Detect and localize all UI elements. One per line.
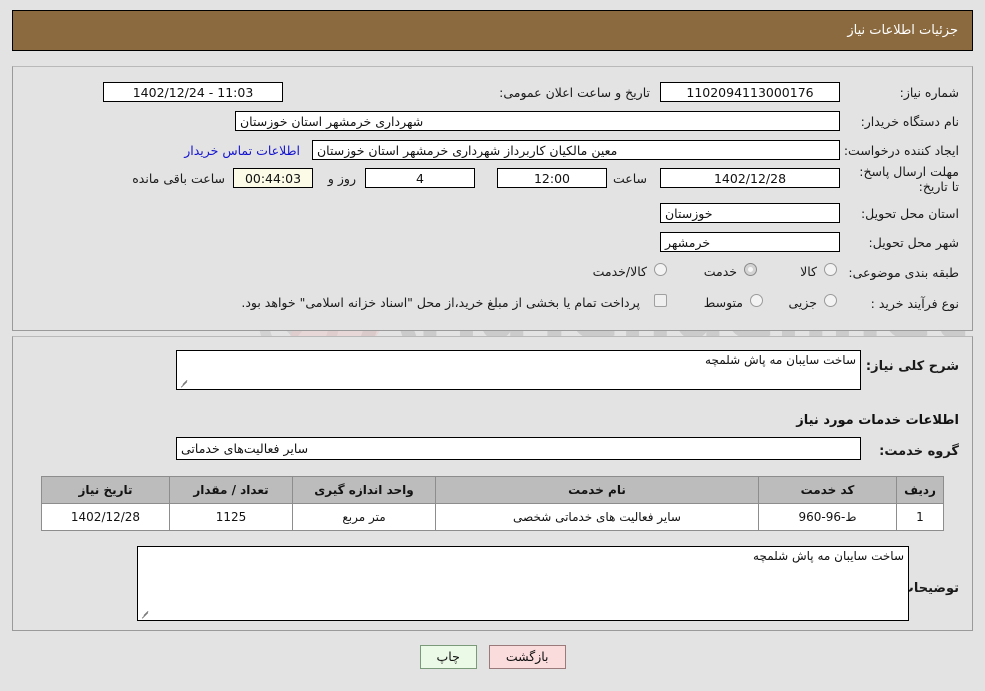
page-header-bar: جزئیات اطلاعات نیاز [12,10,973,51]
cell-need-date: 1402/12/28 [41,503,170,531]
service-group-label: گروه خدمت: [879,444,959,459]
subject-category-label: طبقه بندی موضوعی: [848,265,959,280]
back-button[interactable]: بازگشت [488,645,566,669]
announcement-datetime-value[interactable]: 11:03 - 1402/12/24 [103,82,283,102]
deadline-hour-value[interactable]: 12:00 [497,168,607,188]
page-root: AriaTender.net جزئیات اطلاعات نیاز شماره… [0,0,985,691]
request-creator-value[interactable]: معین مالکیان کاربرداز شهرداری خرمشهر است… [312,140,840,160]
column-header-unit: واحد اندازه گیری [292,476,436,504]
services-section-heading: اطلاعات خدمات مورد نیاز [796,413,959,428]
purchase-process-label: نوع فرآیند خرید : [870,296,959,311]
radio-process-motevaset[interactable] [750,294,763,307]
delivery-province-label: استان محل تحویل: [860,206,959,221]
page-title: جزئیات اطلاعات نیاز [847,23,958,38]
service-items-table: ردیف کد خدمت نام خدمت واحد اندازه گیری ت… [41,476,944,531]
deadline-label: مهلت ارسال پاسخ: تا تاریخ: [859,164,959,194]
announcement-datetime-label: تاریخ و ساعت اعلان عمومی: [499,85,650,100]
resize-grip-icon[interactable] [179,378,189,388]
deadline-date-value[interactable]: 1402/12/28 [660,168,840,188]
remaining-days-label: روز و [327,171,356,186]
need-info-panel [12,66,973,331]
table-header-row: ردیف کد خدمت نام خدمت واحد اندازه گیری ت… [41,476,944,504]
general-description-label: شرح کلی نیاز: [865,359,959,374]
need-number-label: شماره نیاز: [899,85,959,100]
treasury-documents-note: پرداخت تمام یا بخشی از مبلغ خرید،از محل … [241,295,640,310]
radio-process-jozi-label: جزیی [788,295,817,310]
delivery-city-label: شهر محل تحویل: [868,235,959,250]
deadline-hour-label: ساعت [612,171,647,186]
need-number-value[interactable]: 1102094113000176 [660,82,840,102]
cell-service-name: سایر فعالیت های خدماتی شخصی [435,503,759,531]
treasury-documents-checkbox[interactable] [654,294,667,307]
general-description-textarea[interactable]: ساخت سایبان مه پاش شلمچه [176,350,861,390]
radio-category-kala-label: کالا [800,264,817,279]
buyer-org-value[interactable]: شهرداری خرمشهر استان خوزستان [235,111,840,131]
remaining-days-value[interactable]: 4 [365,168,475,188]
buyer-notes-textarea[interactable]: ساخت سایبان مه پاش شلمچه [137,546,909,621]
buyer-org-label: نام دستگاه خریدار: [860,114,959,129]
buyer-contact-link[interactable]: اطلاعات تماس خریدار [184,143,300,158]
column-header-radif: ردیف [896,476,944,504]
cell-unit: متر مربع [292,503,436,531]
service-group-value[interactable]: سایر فعالیت‌های خدماتی [176,437,861,460]
resize-grip-icon[interactable] [140,609,150,619]
footer-button-bar: بازگشت چاپ [0,645,985,669]
cell-quantity: 1125 [169,503,293,531]
print-button[interactable]: چاپ [419,645,477,669]
cell-radif: 1 [896,503,944,531]
table-row: 1 ط-96-960 سایر فعالیت های خدماتی شخصی م… [41,503,944,531]
delivery-province-value[interactable]: خوزستان [660,203,840,223]
request-creator-label: ایجاد کننده درخواست: [843,143,959,158]
radio-category-kala-khedmat[interactable] [654,263,667,276]
remaining-countdown-value: 00:44:03 [233,168,313,188]
radio-category-khedmat-label: خدمت [703,264,737,279]
radio-process-motevaset-label: متوسط [703,295,743,310]
buyer-notes-value: ساخت سایبان مه پاش شلمچه [753,549,904,563]
column-header-service-name: نام خدمت [435,476,759,504]
radio-category-khedmat[interactable] [744,263,757,276]
column-header-service-code: کد خدمت [758,476,897,504]
service-items-table-wrapper: ردیف کد خدمت نام خدمت واحد اندازه گیری ت… [41,476,944,531]
column-header-quantity: تعداد / مقدار [169,476,293,504]
radio-category-kala-khedmat-label: کالا/خدمت [592,264,647,279]
general-description-value: ساخت سایبان مه پاش شلمچه [705,353,856,367]
radio-category-kala[interactable] [824,263,837,276]
remaining-countdown-label: ساعت باقی مانده [132,171,225,186]
radio-process-jozi[interactable] [824,294,837,307]
column-header-need-date: تاریخ نیاز [41,476,170,504]
cell-service-code: ط-96-960 [758,503,897,531]
delivery-city-value[interactable]: خرمشهر [660,232,840,252]
